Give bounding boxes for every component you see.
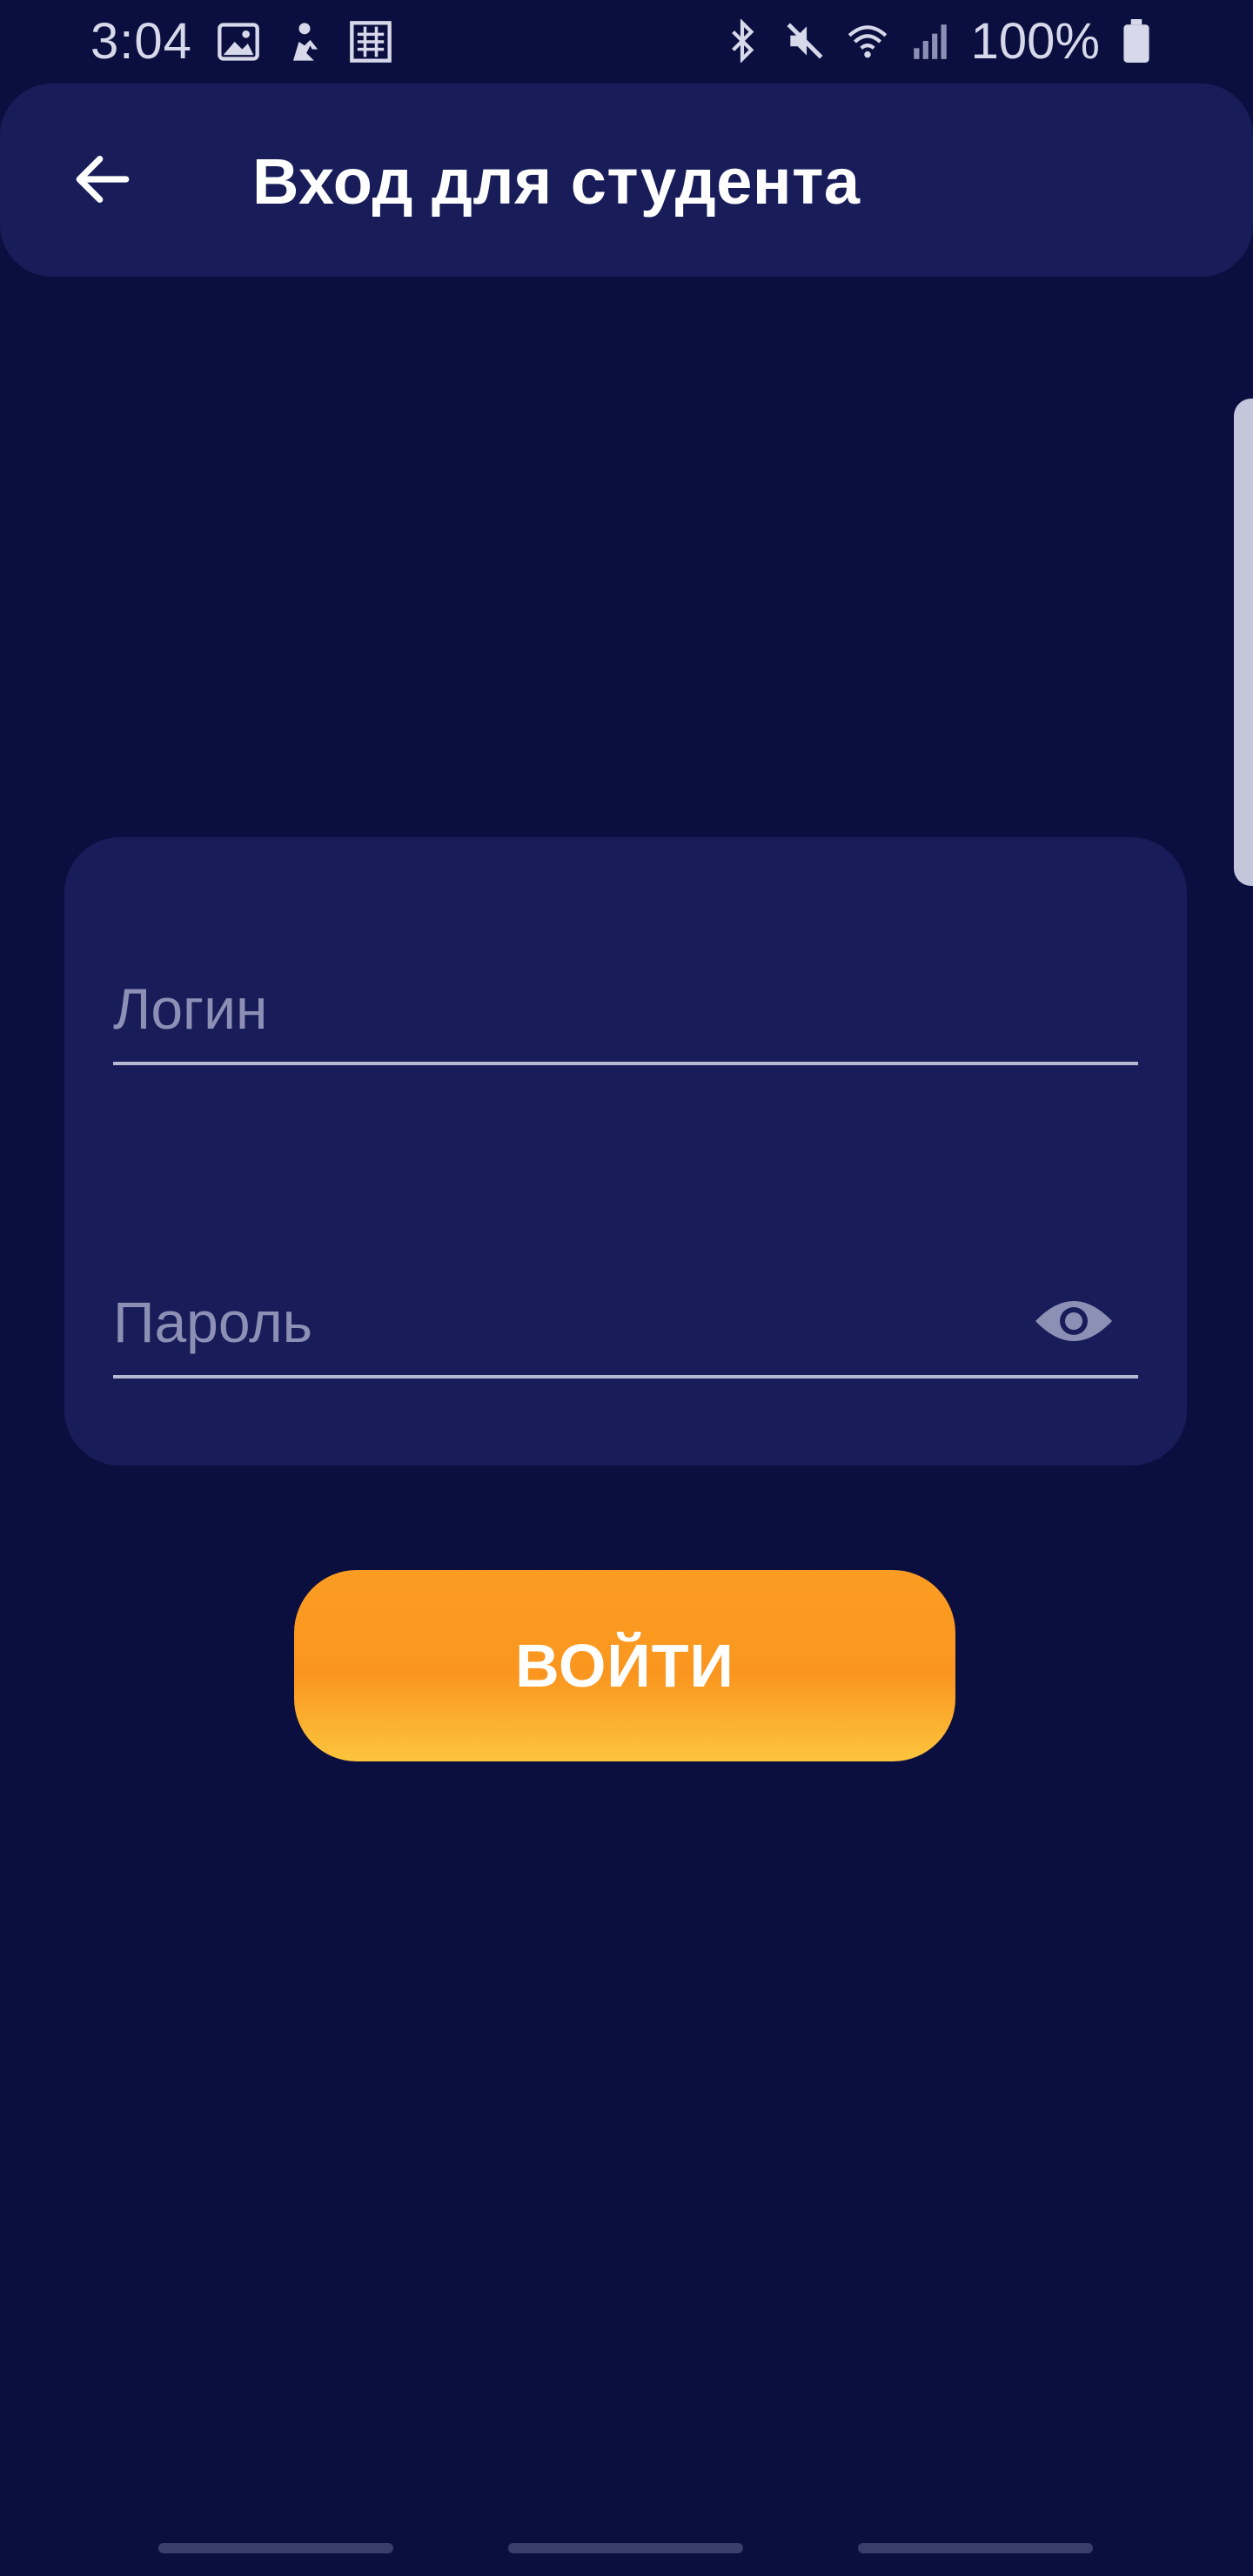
- bluetooth-icon: [720, 18, 764, 64]
- gallery-icon: [216, 19, 261, 64]
- login-input[interactable]: [113, 961, 1035, 1057]
- password-input[interactable]: [113, 1274, 1035, 1370]
- login-form-card: [64, 837, 1187, 1466]
- login-button[interactable]: ВОЙТИ: [294, 1570, 955, 1761]
- status-right-icons: 100%: [720, 12, 1163, 70]
- back-button[interactable]: [49, 125, 157, 233]
- status-time: 3:04: [90, 13, 192, 70]
- battery-icon: [1119, 19, 1163, 63]
- nav-handle-left[interactable]: [158, 2543, 393, 2553]
- app-notification-icon: [348, 19, 393, 64]
- password-field: [113, 1274, 1138, 1379]
- app-bar: Вход для студента: [0, 84, 1253, 277]
- login-field: [113, 961, 1138, 1065]
- signal-icon: [908, 19, 952, 63]
- eye-icon: [1035, 1301, 1112, 1341]
- battery-percent: 100%: [970, 12, 1100, 70]
- page-title: Вход для студента: [252, 145, 861, 218]
- navigation-bar: [0, 2539, 1253, 2557]
- arrow-left-icon: [76, 156, 130, 203]
- wifi-icon: [846, 19, 889, 63]
- mute-icon: [783, 19, 827, 63]
- toggle-password-visibility-button[interactable]: [1032, 1290, 1116, 1352]
- nav-handle-right[interactable]: [858, 2543, 1093, 2553]
- nav-handle-center[interactable]: [508, 2543, 743, 2553]
- status-left-icons: [216, 19, 393, 64]
- password-underline: [113, 1375, 1138, 1379]
- login-underline: [113, 1062, 1138, 1065]
- fitness-icon: [282, 19, 327, 64]
- status-bar: 3:04 100%: [0, 0, 1253, 84]
- scroll-handle[interactable]: [1234, 399, 1253, 886]
